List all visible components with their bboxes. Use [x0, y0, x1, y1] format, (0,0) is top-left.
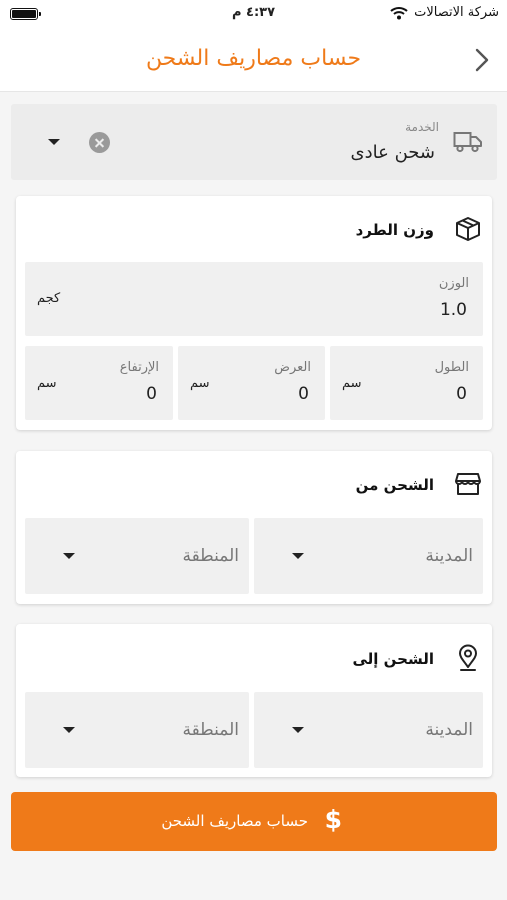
length-value: 0 — [456, 384, 467, 404]
service-label: الخدمة — [405, 120, 439, 134]
ship-to-region-select[interactable]: المنطقة — [25, 692, 249, 768]
store-icon — [455, 473, 481, 495]
chevron-down-icon[interactable] — [63, 727, 75, 733]
ship-to-card: الشحن إلى المدينة المنطقة — [16, 624, 492, 777]
navbar: حساب مصاريف الشحن — [0, 28, 507, 92]
page-title: حساب مصاريف الشحن — [145, 46, 362, 71]
width-unit: سم — [190, 376, 210, 391]
height-unit: سم — [37, 376, 57, 391]
chevron-down-icon[interactable] — [48, 139, 60, 145]
width-value: 0 — [298, 384, 309, 404]
ship-from-region-select[interactable]: المنطقة — [25, 518, 249, 594]
parcel-weight-title: وزن الطرد — [355, 221, 434, 239]
ship-to-city-select[interactable]: المدينة — [254, 692, 483, 768]
ship-from-title: الشحن من — [355, 476, 434, 494]
ship-to-region-placeholder: المنطقة — [182, 720, 239, 740]
ship-to-title: الشحن إلى — [352, 650, 434, 668]
truck-icon — [453, 132, 482, 153]
weight-value: 1.0 — [439, 300, 467, 320]
height-field[interactable]: الإرتفاع 0 سم — [25, 346, 173, 420]
length-field[interactable]: الطول 0 سم — [330, 346, 483, 420]
service-value: شحن عادى — [350, 142, 435, 163]
chevron-down-icon[interactable] — [63, 553, 75, 559]
ship-to-city-placeholder: المدينة — [425, 720, 473, 740]
chevron-right-icon[interactable] — [469, 46, 493, 74]
battery-icon — [10, 8, 41, 20]
length-unit: سم — [342, 376, 362, 391]
height-label: الإرتفاع — [119, 360, 159, 375]
ship-from-card: الشحن من المدينة المنطقة — [16, 451, 492, 604]
weight-label: الوزن — [438, 276, 469, 291]
chevron-down-icon[interactable] — [292, 553, 304, 559]
service-select[interactable]: الخدمة شحن عادى — [11, 104, 497, 180]
weight-field[interactable]: الوزن 1.0 كجم — [25, 262, 483, 336]
weight-unit: كجم — [37, 291, 61, 306]
length-label: الطول — [434, 360, 469, 375]
chevron-down-icon[interactable] — [292, 727, 304, 733]
ship-from-city-select[interactable]: المدينة — [254, 518, 483, 594]
width-label: العرض — [274, 360, 311, 375]
dollar-icon: $ — [324, 805, 342, 834]
location-pin-icon — [459, 644, 477, 671]
height-value: 0 — [146, 384, 157, 404]
width-field[interactable]: العرض 0 سم — [178, 346, 325, 420]
calculate-shipping-label: حساب مصاريف الشحن — [161, 812, 308, 830]
status-time: ٤:٣٧ م — [231, 5, 276, 20]
status-bar: شركة الاتصالات ٤:٣٧ م — [0, 0, 507, 28]
ship-from-region-placeholder: المنطقة — [182, 546, 239, 566]
box-icon — [456, 217, 480, 241]
ship-from-city-placeholder: المدينة — [425, 546, 473, 566]
parcel-weight-card: وزن الطرد الوزن 1.0 كجم الطول 0 سم العرض… — [16, 196, 492, 430]
calculate-shipping-button[interactable]: حساب مصاريف الشحن $ — [11, 792, 497, 851]
clear-icon[interactable] — [89, 132, 110, 153]
